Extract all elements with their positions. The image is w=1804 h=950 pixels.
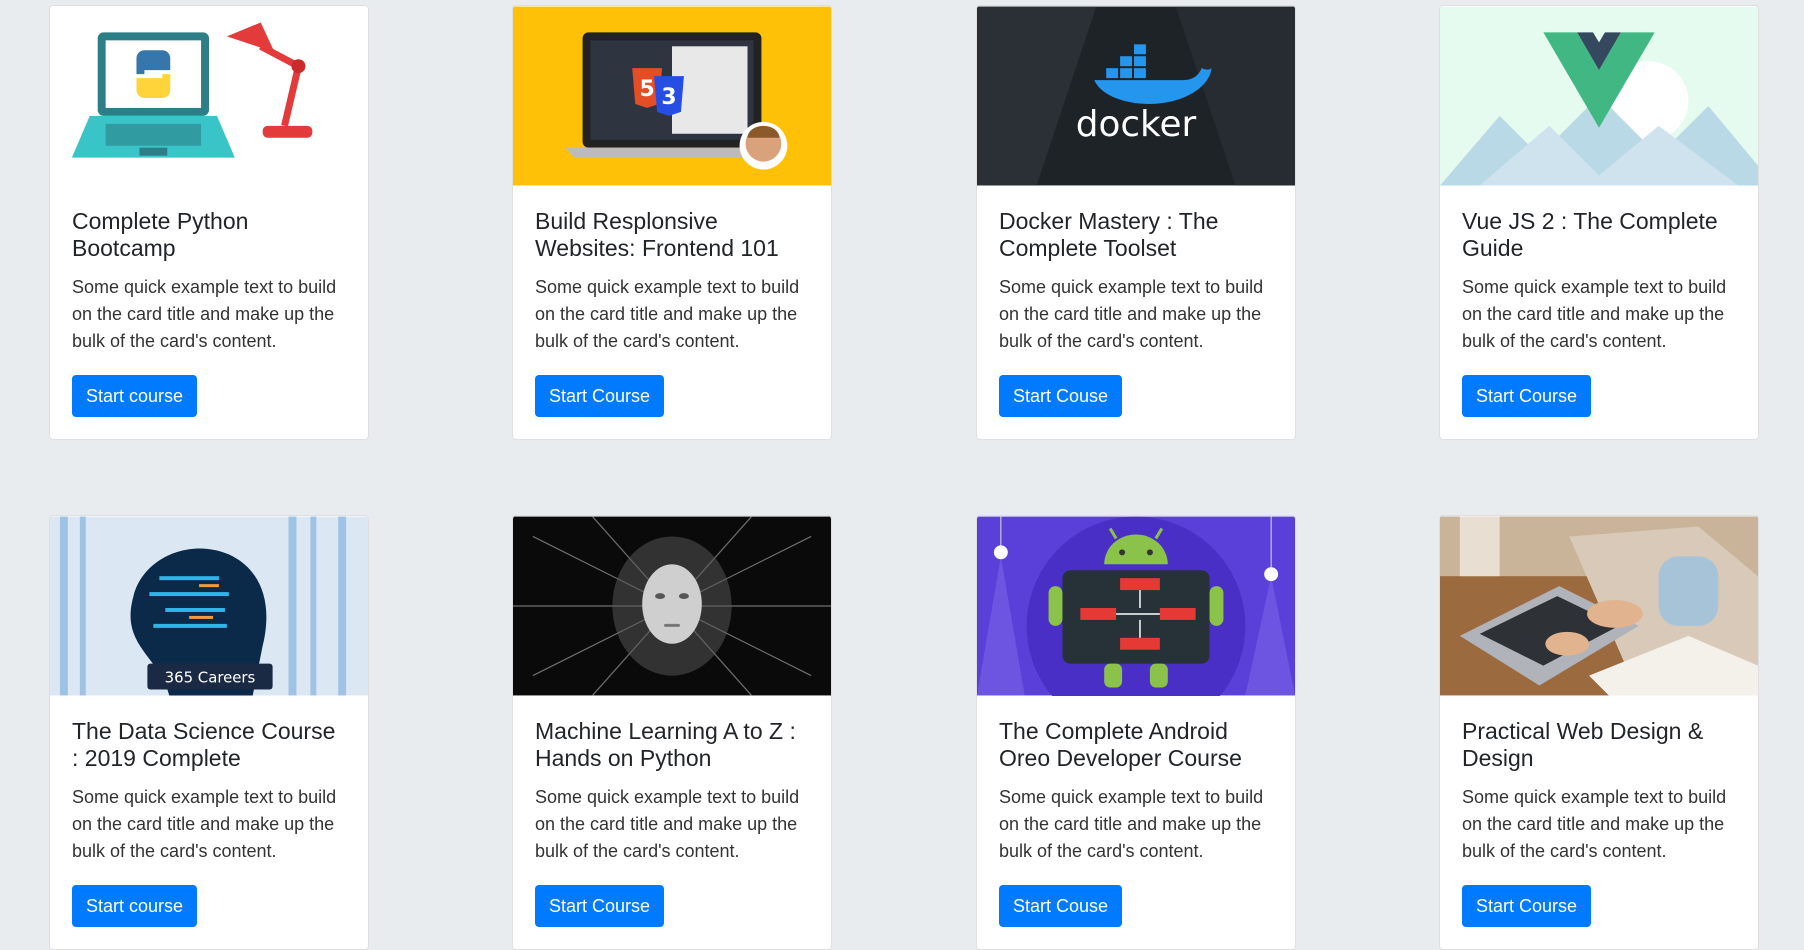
course-card: 5 3 Build Resplonsive Websites: Frontend… <box>512 5 832 440</box>
card-title: Build Resplonsive Websites: Frontend 101 <box>535 208 779 261</box>
course-image <box>1440 6 1758 186</box>
start-course-button[interactable]: Start Couse <box>999 885 1123 927</box>
course-card: Vue JS 2 : The Complete Guide Some quick… <box>1439 5 1759 440</box>
start-course-button[interactable]: Start course <box>72 375 198 417</box>
card-title: Complete Python Bootcamp <box>72 208 249 261</box>
card-text: Some quick example text to build on the … <box>999 277 1264 351</box>
python-laptop-lamp-image <box>50 6 368 186</box>
start-course-button[interactable]: Start Couse <box>999 375 1123 417</box>
card-title: Machine Learning A to Z : Hands on Pytho… <box>535 718 796 771</box>
course-image <box>977 516 1295 696</box>
card-title: Vue JS 2 : The Complete Guide <box>1462 208 1718 261</box>
course-image <box>1440 516 1758 696</box>
course-card: The Complete Android Oreo Developer Cour… <box>976 515 1296 950</box>
data-head-image: 365 Careers <box>50 516 368 696</box>
card-title: Practical Web Design & Design <box>1462 718 1704 771</box>
html5-css3-laptop-image: 5 3 <box>513 6 831 186</box>
android-robot-image <box>977 516 1295 696</box>
careers-logo: 365 Careers <box>165 669 256 687</box>
laptop-typing-image <box>1440 516 1758 696</box>
course-image: 365 Careers <box>50 516 368 696</box>
card-title: The Data Science Course : 2019 Complete <box>72 718 336 771</box>
start-course-button[interactable]: Start Course <box>1462 885 1592 927</box>
card-text: Some quick example text to build on the … <box>535 787 800 861</box>
card-text: Some quick example text to build on the … <box>1462 277 1727 351</box>
svg-text:5: 5 <box>640 77 655 102</box>
start-course-button[interactable]: Start Course <box>535 375 665 417</box>
course-card: Practical Web Design & Design Some quick… <box>1439 515 1759 950</box>
course-image: 5 3 <box>513 6 831 186</box>
vue-logo-mountains-image <box>1440 6 1758 186</box>
course-card: Complete Python Bootcamp Some quick exam… <box>49 5 369 440</box>
ai-face-image <box>513 516 831 696</box>
course-card: Machine Learning A to Z : Hands on Pytho… <box>512 515 832 950</box>
start-course-button[interactable]: Start Course <box>1462 375 1592 417</box>
docker-whale-image: docker <box>977 6 1295 186</box>
docker-wordmark: docker <box>1076 104 1197 145</box>
card-text: Some quick example text to build on the … <box>999 787 1264 861</box>
card-text: Some quick example text to build on the … <box>1462 787 1727 861</box>
course-card: 365 Careers The Data Science Course : 20… <box>49 515 369 950</box>
start-course-button[interactable]: Start Course <box>535 885 665 927</box>
card-text: Some quick example text to build on the … <box>535 277 800 351</box>
card-title: Docker Mastery : The Complete Toolset <box>999 208 1219 261</box>
course-image <box>50 6 368 186</box>
card-text: Some quick example text to build on the … <box>72 277 337 351</box>
course-card: docker Docker Mastery : The Complete Too… <box>976 5 1296 440</box>
course-image <box>513 516 831 696</box>
svg-text:3: 3 <box>661 85 676 110</box>
course-image: docker <box>977 6 1295 186</box>
card-text: Some quick example text to build on the … <box>72 787 337 861</box>
card-title: The Complete Android Oreo Developer Cour… <box>999 718 1242 771</box>
start-course-button[interactable]: Start course <box>72 885 198 927</box>
